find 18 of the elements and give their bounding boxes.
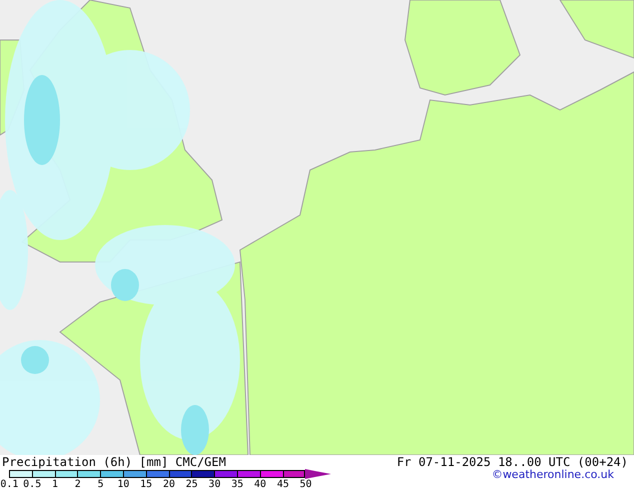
legend-label: 45	[276, 479, 290, 490]
legend-label: 5	[96, 479, 105, 490]
legend-label: 0.1	[0, 479, 20, 490]
legend-label: 50	[298, 479, 313, 490]
legend-label: 10	[116, 479, 130, 490]
credit-text: ©weatheronline.co.uk	[492, 468, 614, 480]
valid-time: Fr 07-11-2025 18..00 UTC (00+24)	[396, 456, 628, 469]
legend-label: 35	[230, 479, 244, 490]
legend-label: 0.5	[22, 479, 42, 490]
legend-label: 30	[208, 479, 222, 490]
legend-label: 40	[253, 479, 268, 490]
legend-label: 15	[139, 479, 154, 490]
legend-title: Precipitation (6h) [mm] CMC/GEM	[2, 456, 226, 469]
legend-arrow-icon	[305, 469, 332, 479]
legend-label: 1	[50, 479, 59, 490]
legend-label: 25	[184, 479, 199, 490]
legend-label: 2	[74, 479, 82, 490]
legend-label: 20	[162, 479, 176, 490]
